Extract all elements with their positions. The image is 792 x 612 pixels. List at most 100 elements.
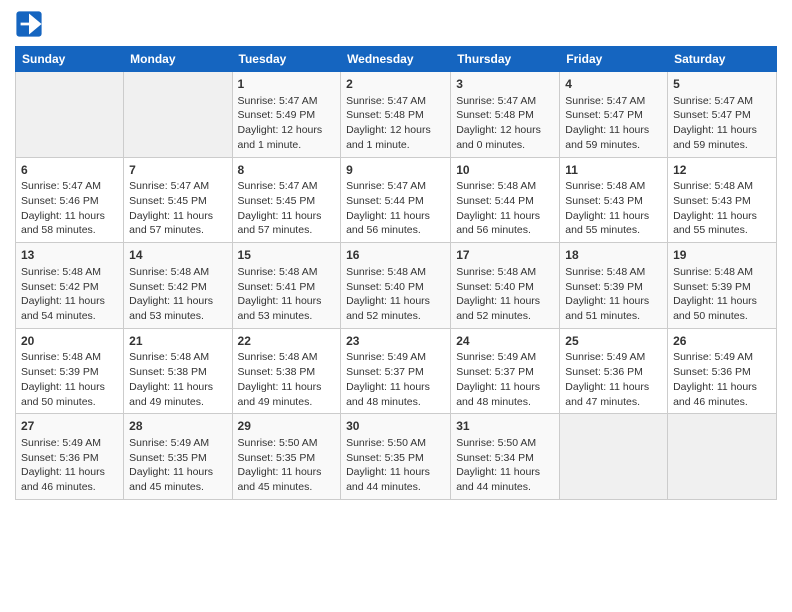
cell-text: Sunset: 5:39 PM bbox=[565, 280, 662, 295]
day-number: 18 bbox=[565, 247, 662, 264]
calendar-cell: 23Sunrise: 5:49 AMSunset: 5:37 PMDayligh… bbox=[341, 328, 451, 414]
calendar-cell: 25Sunrise: 5:49 AMSunset: 5:36 PMDayligh… bbox=[560, 328, 668, 414]
calendar-cell: 14Sunrise: 5:48 AMSunset: 5:42 PMDayligh… bbox=[124, 243, 232, 329]
cell-text: Daylight: 12 hours and 1 minute. bbox=[346, 123, 445, 152]
day-number: 11 bbox=[565, 162, 662, 179]
cell-text: Sunset: 5:42 PM bbox=[129, 280, 226, 295]
week-row-1: 6Sunrise: 5:47 AMSunset: 5:46 PMDaylight… bbox=[16, 157, 777, 243]
cell-text: Daylight: 11 hours and 51 minutes. bbox=[565, 294, 662, 323]
cell-text: Sunset: 5:36 PM bbox=[565, 365, 662, 380]
cell-text: Sunrise: 5:48 AM bbox=[565, 265, 662, 280]
cell-text: Sunrise: 5:49 AM bbox=[346, 350, 445, 365]
cell-text: Sunrise: 5:48 AM bbox=[21, 350, 118, 365]
day-number: 14 bbox=[129, 247, 226, 264]
cell-text: Daylight: 11 hours and 44 minutes. bbox=[346, 465, 445, 494]
cell-text: Daylight: 11 hours and 48 minutes. bbox=[456, 380, 554, 409]
cell-text: Sunrise: 5:47 AM bbox=[565, 94, 662, 109]
cell-text: Daylight: 11 hours and 47 minutes. bbox=[565, 380, 662, 409]
calendar-cell: 8Sunrise: 5:47 AMSunset: 5:45 PMDaylight… bbox=[232, 157, 341, 243]
cell-text: Sunset: 5:36 PM bbox=[21, 451, 118, 466]
calendar-cell: 27Sunrise: 5:49 AMSunset: 5:36 PMDayligh… bbox=[16, 414, 124, 500]
week-row-2: 13Sunrise: 5:48 AMSunset: 5:42 PMDayligh… bbox=[16, 243, 777, 329]
cell-text: Sunrise: 5:47 AM bbox=[346, 94, 445, 109]
day-number: 20 bbox=[21, 333, 118, 350]
day-number: 8 bbox=[238, 162, 336, 179]
calendar-cell bbox=[668, 414, 777, 500]
page: SundayMondayTuesdayWednesdayThursdayFrid… bbox=[0, 0, 792, 612]
calendar-table: SundayMondayTuesdayWednesdayThursdayFrid… bbox=[15, 46, 777, 500]
cell-text: Daylight: 11 hours and 59 minutes. bbox=[565, 123, 662, 152]
calendar-cell: 21Sunrise: 5:48 AMSunset: 5:38 PMDayligh… bbox=[124, 328, 232, 414]
calendar-cell: 11Sunrise: 5:48 AMSunset: 5:43 PMDayligh… bbox=[560, 157, 668, 243]
calendar-cell bbox=[560, 414, 668, 500]
cell-text: Daylight: 11 hours and 48 minutes. bbox=[346, 380, 445, 409]
day-number: 9 bbox=[346, 162, 445, 179]
cell-text: Daylight: 11 hours and 52 minutes. bbox=[346, 294, 445, 323]
cell-text: Sunset: 5:40 PM bbox=[346, 280, 445, 295]
day-number: 16 bbox=[346, 247, 445, 264]
cell-text: Sunset: 5:41 PM bbox=[238, 280, 336, 295]
cell-text: Sunset: 5:48 PM bbox=[346, 108, 445, 123]
cell-text: Sunset: 5:48 PM bbox=[456, 108, 554, 123]
cell-text: Daylight: 11 hours and 50 minutes. bbox=[673, 294, 771, 323]
day-number: 17 bbox=[456, 247, 554, 264]
day-number: 13 bbox=[21, 247, 118, 264]
cell-text: Sunset: 5:35 PM bbox=[129, 451, 226, 466]
week-row-4: 27Sunrise: 5:49 AMSunset: 5:36 PMDayligh… bbox=[16, 414, 777, 500]
cell-text: Sunrise: 5:49 AM bbox=[673, 350, 771, 365]
cell-text: Sunrise: 5:48 AM bbox=[129, 265, 226, 280]
calendar-cell: 7Sunrise: 5:47 AMSunset: 5:45 PMDaylight… bbox=[124, 157, 232, 243]
cell-text: Sunrise: 5:47 AM bbox=[238, 94, 336, 109]
cell-text: Sunrise: 5:48 AM bbox=[346, 265, 445, 280]
cell-text: Sunrise: 5:48 AM bbox=[456, 179, 554, 194]
cell-text: Daylight: 11 hours and 46 minutes. bbox=[21, 465, 118, 494]
day-number: 5 bbox=[673, 76, 771, 93]
calendar-cell: 24Sunrise: 5:49 AMSunset: 5:37 PMDayligh… bbox=[451, 328, 560, 414]
header bbox=[15, 10, 777, 38]
cell-text: Sunrise: 5:50 AM bbox=[238, 436, 336, 451]
cell-text: Daylight: 11 hours and 54 minutes. bbox=[21, 294, 118, 323]
cell-text: Sunset: 5:44 PM bbox=[346, 194, 445, 209]
cell-text: Sunrise: 5:47 AM bbox=[456, 94, 554, 109]
cell-text: Sunrise: 5:48 AM bbox=[21, 265, 118, 280]
day-number: 12 bbox=[673, 162, 771, 179]
cell-text: Sunset: 5:37 PM bbox=[346, 365, 445, 380]
cell-text: Daylight: 11 hours and 59 minutes. bbox=[673, 123, 771, 152]
day-header-thursday: Thursday bbox=[451, 47, 560, 72]
cell-text: Daylight: 11 hours and 45 minutes. bbox=[238, 465, 336, 494]
cell-text: Sunrise: 5:48 AM bbox=[238, 265, 336, 280]
cell-text: Daylight: 11 hours and 49 minutes. bbox=[238, 380, 336, 409]
cell-text: Sunrise: 5:48 AM bbox=[673, 179, 771, 194]
cell-text: Sunrise: 5:49 AM bbox=[129, 436, 226, 451]
day-number: 24 bbox=[456, 333, 554, 350]
cell-text: Sunset: 5:47 PM bbox=[565, 108, 662, 123]
cell-text: Sunset: 5:38 PM bbox=[238, 365, 336, 380]
cell-text: Sunset: 5:34 PM bbox=[456, 451, 554, 466]
cell-text: Daylight: 11 hours and 44 minutes. bbox=[456, 465, 554, 494]
cell-text: Sunset: 5:38 PM bbox=[129, 365, 226, 380]
calendar-cell: 13Sunrise: 5:48 AMSunset: 5:42 PMDayligh… bbox=[16, 243, 124, 329]
cell-text: Sunrise: 5:50 AM bbox=[456, 436, 554, 451]
day-number: 29 bbox=[238, 418, 336, 435]
cell-text: Sunrise: 5:47 AM bbox=[673, 94, 771, 109]
cell-text: Daylight: 12 hours and 0 minutes. bbox=[456, 123, 554, 152]
day-header-saturday: Saturday bbox=[668, 47, 777, 72]
calendar-cell: 30Sunrise: 5:50 AMSunset: 5:35 PMDayligh… bbox=[341, 414, 451, 500]
calendar-cell: 28Sunrise: 5:49 AMSunset: 5:35 PMDayligh… bbox=[124, 414, 232, 500]
calendar-cell: 3Sunrise: 5:47 AMSunset: 5:48 PMDaylight… bbox=[451, 72, 560, 158]
calendar-cell: 10Sunrise: 5:48 AMSunset: 5:44 PMDayligh… bbox=[451, 157, 560, 243]
calendar-cell: 22Sunrise: 5:48 AMSunset: 5:38 PMDayligh… bbox=[232, 328, 341, 414]
cell-text: Daylight: 11 hours and 45 minutes. bbox=[129, 465, 226, 494]
cell-text: Daylight: 11 hours and 56 minutes. bbox=[346, 209, 445, 238]
week-row-0: 1Sunrise: 5:47 AMSunset: 5:49 PMDaylight… bbox=[16, 72, 777, 158]
calendar-cell: 15Sunrise: 5:48 AMSunset: 5:41 PMDayligh… bbox=[232, 243, 341, 329]
calendar-cell: 31Sunrise: 5:50 AMSunset: 5:34 PMDayligh… bbox=[451, 414, 560, 500]
day-number: 7 bbox=[129, 162, 226, 179]
logo bbox=[15, 10, 45, 38]
cell-text: Sunrise: 5:47 AM bbox=[238, 179, 336, 194]
cell-text: Sunset: 5:37 PM bbox=[456, 365, 554, 380]
calendar-cell: 19Sunrise: 5:48 AMSunset: 5:39 PMDayligh… bbox=[668, 243, 777, 329]
week-row-3: 20Sunrise: 5:48 AMSunset: 5:39 PMDayligh… bbox=[16, 328, 777, 414]
cell-text: Sunset: 5:45 PM bbox=[129, 194, 226, 209]
cell-text: Daylight: 11 hours and 56 minutes. bbox=[456, 209, 554, 238]
